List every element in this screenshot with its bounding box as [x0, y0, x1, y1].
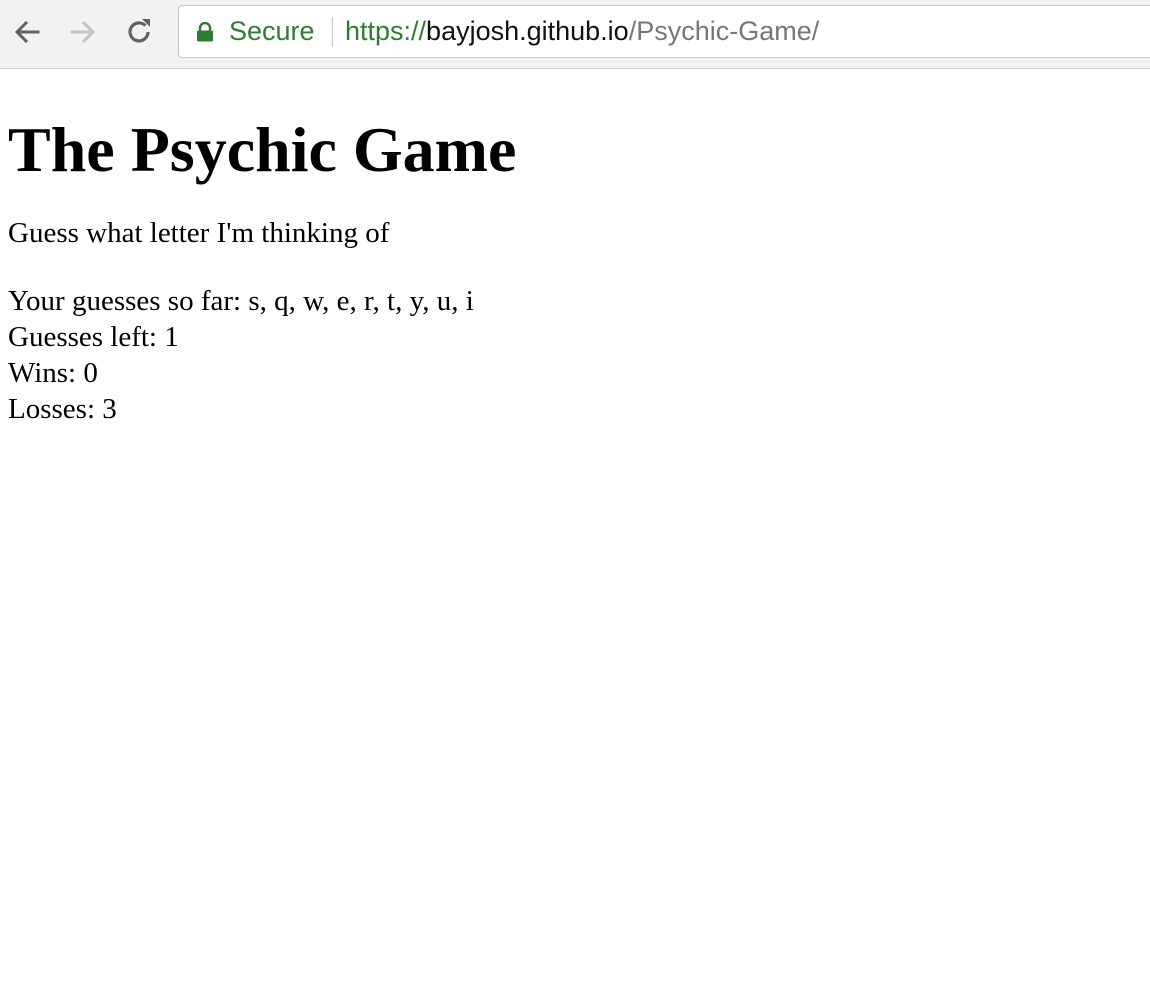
url-text[interactable]: https://bayjosh.github.io/Psychic-Game/: [345, 6, 819, 57]
browser-toolbar: Secure https://bayjosh.github.io/Psychic…: [0, 0, 1150, 69]
guesses-so-far-label: Your guesses so far:: [8, 285, 249, 317]
reload-icon: [128, 19, 150, 43]
guesses-left-line: Guesses left: 1: [8, 319, 1142, 355]
address-divider: [332, 17, 333, 47]
guesses-so-far-line: Your guesses so far: s, q, w, e, r, t, y…: [8, 283, 1142, 319]
losses-label: Losses:: [8, 393, 103, 425]
url-scheme: https://: [345, 16, 427, 46]
address-bar[interactable]: Secure https://bayjosh.github.io/Psychic…: [178, 5, 1150, 58]
game-stats: Your guesses so far: s, q, w, e, r, t, y…: [8, 283, 1142, 427]
arrow-right-icon: [70, 20, 96, 44]
intro-text: Guess what letter I'm thinking of: [8, 217, 390, 249]
losses-line: Losses: 3: [8, 391, 1142, 427]
guesses-left-value: 1: [164, 321, 179, 353]
page-title: The Psychic Game: [8, 114, 517, 185]
wins-value: 0: [83, 357, 98, 389]
secure-label: Secure: [229, 16, 315, 46]
wins-line: Wins: 0: [8, 355, 1142, 391]
arrow-left-icon: [14, 20, 40, 44]
back-button[interactable]: [9, 14, 45, 50]
page-content: The Psychic Game Guess what letter I'm t…: [0, 113, 1150, 427]
url-host: bayjosh.github.io: [426, 16, 629, 46]
guesses-so-far-value: s, q, w, e, r, t, y, u, i: [248, 285, 474, 317]
lock-icon: [197, 22, 213, 42]
losses-value: 3: [102, 393, 117, 425]
wins-label: Wins:: [8, 357, 84, 389]
url-path: /Psychic-Game/: [628, 16, 820, 46]
forward-button[interactable]: [65, 14, 101, 50]
reload-button[interactable]: [121, 14, 157, 50]
guesses-left-label: Guesses left:: [8, 321, 165, 353]
